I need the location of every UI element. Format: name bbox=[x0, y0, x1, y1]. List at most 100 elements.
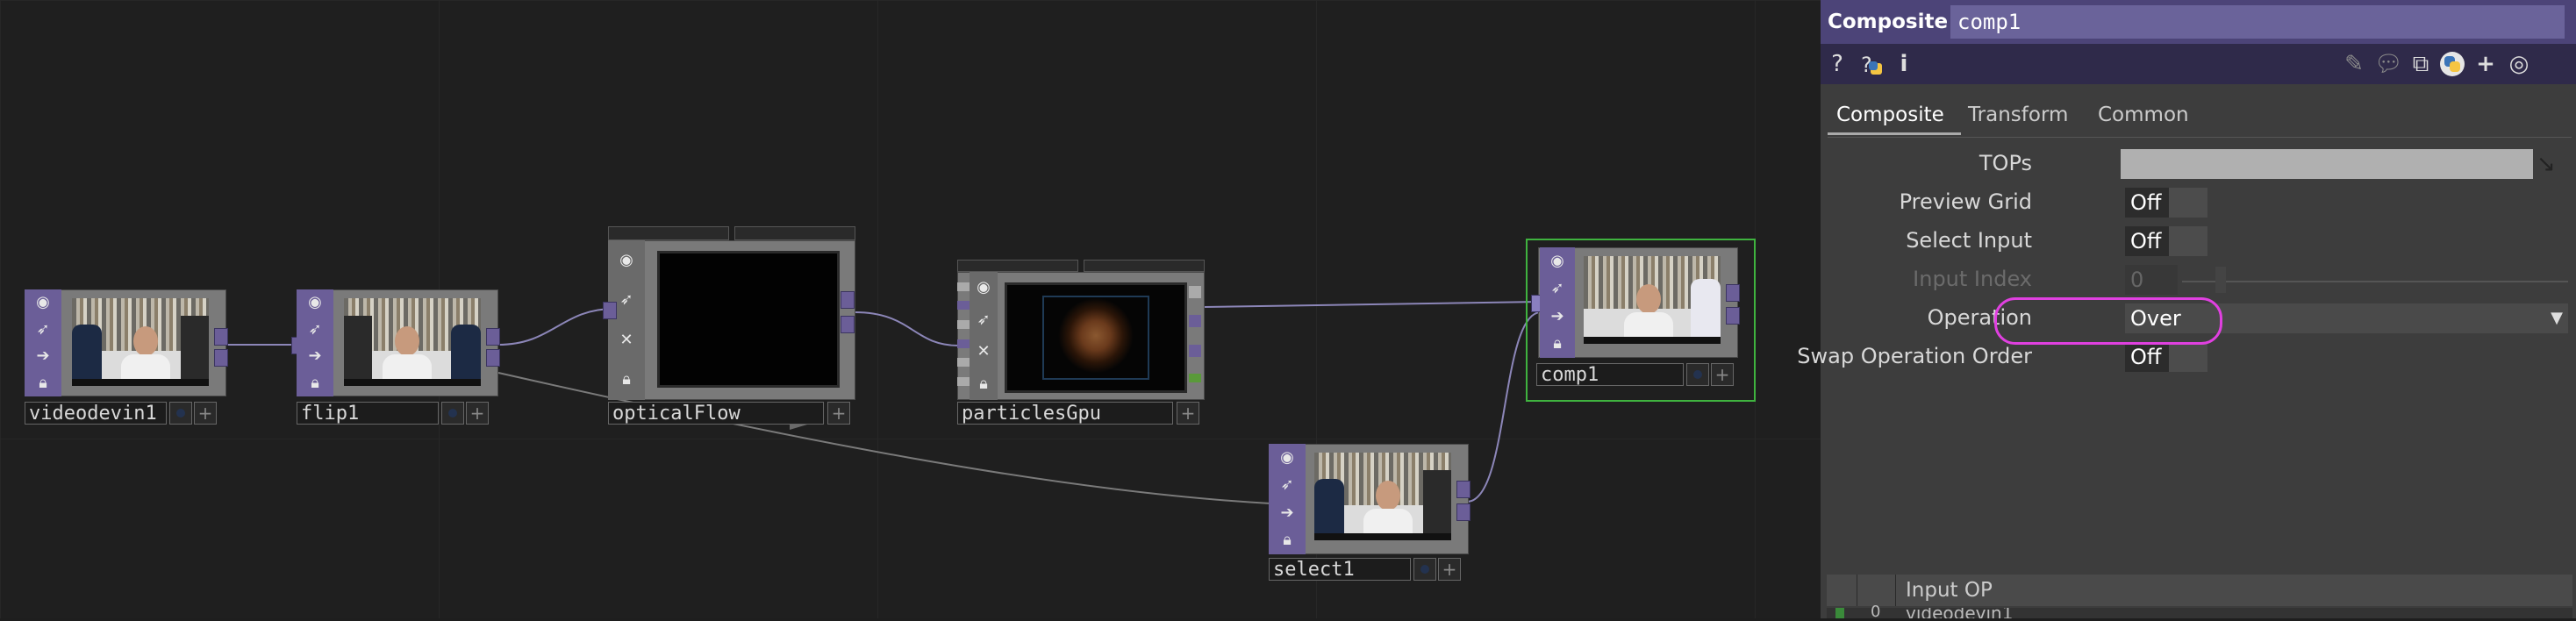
wire-opticalflow-particlesgpu[interactable] bbox=[854, 311, 960, 346]
viewer-icon[interactable]: ◉ bbox=[1277, 447, 1298, 468]
input-connector[interactable] bbox=[603, 302, 617, 319]
node-videodevin1[interactable]: ◉ ➶ ➔ 🔒︎ videodevin1 + bbox=[25, 289, 228, 430]
bypass-icon[interactable]: ➶ bbox=[304, 319, 326, 340]
viewer-icon[interactable]: ◉ bbox=[973, 277, 994, 298]
output-connector[interactable] bbox=[214, 328, 228, 346]
lock-icon[interactable]: 🔒︎ bbox=[32, 373, 54, 394]
preview-grid-toggle[interactable]: Off bbox=[2125, 188, 2169, 218]
node-name-label[interactable]: videodevin1 bbox=[25, 402, 167, 425]
preview-grid-toggle-switch[interactable] bbox=[2169, 188, 2207, 218]
node-preview-composite bbox=[1584, 256, 1721, 344]
node-name-label[interactable]: particlesGpu bbox=[957, 402, 1173, 425]
output-connector[interactable] bbox=[486, 349, 500, 367]
swap-operation-order-toggle[interactable]: Off bbox=[2125, 342, 2169, 372]
lock-icon[interactable]: 🔒︎ bbox=[1547, 333, 1568, 354]
help-icon[interactable]: ? bbox=[1824, 51, 1850, 77]
add-icon[interactable]: + bbox=[2472, 51, 2499, 77]
input-connector[interactable] bbox=[957, 282, 970, 291]
output-connector[interactable] bbox=[1189, 315, 1201, 328]
node-add-button[interactable]: + bbox=[827, 402, 850, 425]
lock-icon[interactable]: 🔒︎ bbox=[304, 373, 326, 394]
node-name-label[interactable]: opticalFlow bbox=[608, 402, 824, 425]
row-add-icon[interactable] bbox=[1835, 608, 1844, 618]
node-name-label[interactable]: select1 bbox=[1269, 558, 1411, 581]
output-connector[interactable] bbox=[1726, 307, 1740, 325]
output-connector[interactable] bbox=[841, 316, 855, 333]
bypass-icon[interactable]: ➶ bbox=[616, 289, 637, 310]
output-connector[interactable] bbox=[1189, 285, 1201, 298]
display-icon[interactable]: ➔ bbox=[1277, 503, 1298, 524]
output-connector[interactable] bbox=[1456, 503, 1470, 521]
target-icon[interactable]: ◎ bbox=[2506, 51, 2532, 77]
viewer-icon[interactable]: ◉ bbox=[32, 292, 54, 313]
info-icon[interactable]: i bbox=[1891, 51, 1917, 77]
node-add-button[interactable]: + bbox=[194, 402, 217, 425]
node-add-button[interactable]: + bbox=[1438, 558, 1461, 581]
input-connector[interactable] bbox=[957, 301, 970, 310]
operator-name-field[interactable]: comp1 bbox=[1950, 5, 2565, 39]
node-viewer-toggle[interactable] bbox=[169, 402, 192, 425]
edit-icon[interactable]: ✎ bbox=[2341, 51, 2367, 77]
node-viewer-toggle[interactable] bbox=[441, 402, 464, 425]
node-particlesgpu[interactable]: ◉ ➶ ✕ 🔒︎ particlesGpu + bbox=[957, 260, 1205, 430]
node-name-label[interactable]: flip1 bbox=[297, 402, 439, 425]
select-input-toggle[interactable]: Off bbox=[2125, 226, 2169, 256]
lock-icon[interactable]: 🔒︎ bbox=[1277, 530, 1298, 551]
node-add-button[interactable]: + bbox=[1711, 363, 1734, 386]
output-connector[interactable] bbox=[486, 328, 500, 346]
node-add-button[interactable]: + bbox=[1177, 402, 1199, 425]
comment-icon[interactable]: 💬︎ bbox=[2374, 51, 2403, 77]
display-icon[interactable]: ➔ bbox=[304, 346, 326, 367]
close-icon[interactable]: ✕ bbox=[616, 330, 637, 351]
node-comp1[interactable]: ◉ ➶ ➔ 🔒︎ comp1 + bbox=[1531, 247, 1743, 393]
node-name-label[interactable]: comp1 bbox=[1536, 363, 1684, 386]
viewer-icon[interactable]: ◉ bbox=[1547, 251, 1568, 272]
node-viewer-toggle[interactable] bbox=[1413, 558, 1436, 581]
input-connector[interactable] bbox=[957, 358, 970, 368]
python-help-icon[interactable]: ? bbox=[1857, 51, 1884, 77]
output-connector[interactable] bbox=[1456, 481, 1470, 498]
python-icon[interactable] bbox=[2439, 51, 2465, 77]
parameter-tabs: Composite Transform Common bbox=[1828, 95, 2572, 138]
close-icon[interactable]: ✕ bbox=[973, 341, 994, 362]
node-select1[interactable]: ◉ ➶ ➔ 🔒︎ select1 + bbox=[1269, 444, 1470, 584]
viewer-icon[interactable]: ◉ bbox=[616, 250, 637, 271]
bypass-icon[interactable]: ➶ bbox=[973, 310, 994, 331]
input-connector[interactable] bbox=[957, 377, 970, 387]
lock-icon[interactable]: 🔒︎ bbox=[973, 374, 994, 395]
viewer-icon[interactable]: ◉ bbox=[304, 292, 326, 313]
node-viewer-toggle[interactable] bbox=[1686, 363, 1709, 386]
node-opticalflow[interactable]: ◉ ➶ ✕ 🔒︎ opticalFlow + bbox=[603, 226, 855, 430]
bypass-icon[interactable]: ➶ bbox=[1547, 278, 1568, 299]
input-connector[interactable] bbox=[957, 339, 970, 348]
select-input-toggle-switch[interactable] bbox=[2169, 226, 2207, 256]
table-header-cell bbox=[1827, 575, 1857, 606]
display-icon[interactable]: ➔ bbox=[32, 346, 54, 367]
clone-icon[interactable]: ⧉ bbox=[2408, 51, 2434, 77]
operation-highlight-annotation bbox=[1994, 297, 2222, 345]
tab-composite[interactable]: Composite bbox=[1828, 95, 1961, 135]
wire-flip1-opticalflow[interactable] bbox=[497, 308, 615, 346]
bypass-icon[interactable]: ➶ bbox=[1277, 475, 1298, 496]
drag-target-icon[interactable]: ↘ bbox=[2537, 149, 2572, 179]
wire-particlesgpu-comp1[interactable] bbox=[1204, 301, 1541, 308]
tops-field[interactable] bbox=[2121, 149, 2533, 179]
input-op-cell[interactable]: videodevin1 bbox=[1906, 608, 2013, 618]
chevron-down-icon[interactable]: ▼ bbox=[2545, 303, 2568, 333]
output-connector[interactable] bbox=[214, 349, 228, 367]
input-connector[interactable] bbox=[957, 320, 970, 330]
lock-icon[interactable]: 🔒︎ bbox=[616, 369, 637, 390]
node-flip1[interactable]: ◉ ➶ ➔ 🔒︎ flip1 + bbox=[291, 289, 500, 430]
tab-transform[interactable]: Transform bbox=[1968, 95, 2068, 135]
output-connector[interactable] bbox=[1726, 284, 1740, 302]
bypass-icon[interactable]: ➶ bbox=[32, 319, 54, 340]
output-connector[interactable] bbox=[841, 291, 855, 309]
network-editor[interactable]: ◉ ➶ ➔ 🔒︎ videodevin1 + ◉ ➶ ➔ 🔒︎ flip1 + … bbox=[0, 0, 1821, 618]
output-connector[interactable] bbox=[1189, 344, 1201, 357]
node-header-tab bbox=[1084, 260, 1205, 272]
display-icon[interactable]: ➔ bbox=[1547, 306, 1568, 327]
swap-operation-order-toggle-switch[interactable] bbox=[2169, 342, 2207, 372]
node-add-button[interactable]: + bbox=[466, 402, 489, 425]
tab-common[interactable]: Common bbox=[2098, 95, 2189, 135]
output-connector[interactable] bbox=[1189, 374, 1201, 383]
